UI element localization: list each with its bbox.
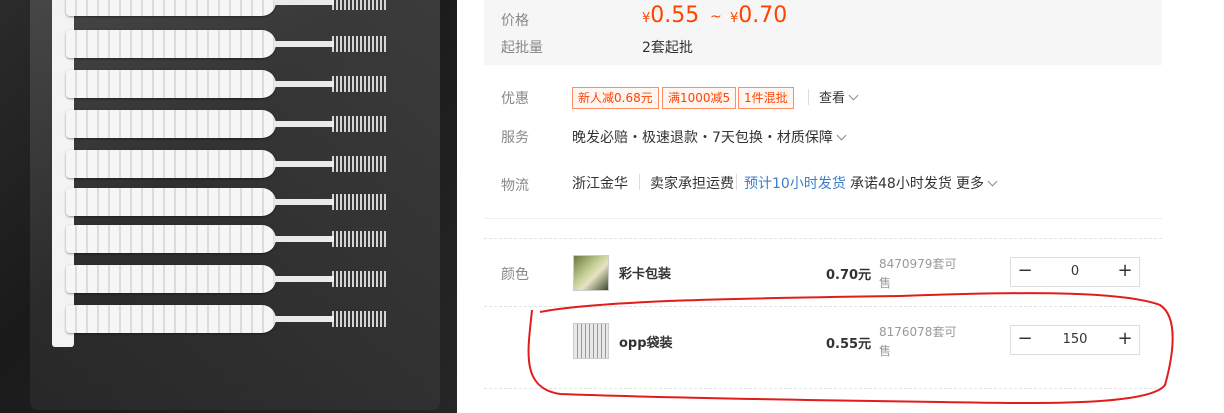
promo-tag-discount[interactable]: 满1000减5 <box>662 87 737 109</box>
sku-stock: 8176078套可售 <box>879 325 957 358</box>
moq-value: 2套起批 <box>642 40 693 56</box>
section-divider <box>484 218 1162 219</box>
logistics-label: 物流 <box>501 178 529 194</box>
chevron-down-icon <box>848 90 859 101</box>
color-label: 颜色 <box>501 267 529 283</box>
logistics-divider <box>639 174 640 190</box>
promo-view-button[interactable]: 查看 <box>819 87 859 106</box>
price-separator: ~ <box>710 9 722 25</box>
section-divider <box>484 238 1162 239</box>
logistics-origin: 浙江金华 <box>572 176 628 192</box>
price-box: 价格 ¥0.55 ~ ¥0.70 起批量 2套起批 <box>484 0 1162 65</box>
service-guarantees[interactable]: 晚发必赔・极速退款・7天包换・材质保障 <box>572 127 847 147</box>
promo-tag-mixed-batch[interactable]: 1件混批 <box>738 87 794 109</box>
decrease-button[interactable]: − <box>1011 326 1039 354</box>
sku-thumbnail-color-card[interactable] <box>573 255 609 291</box>
sku-divider <box>484 306 1162 307</box>
price-label: 价格 <box>501 13 529 29</box>
logistics-shipping-fee: 卖家承担运费 <box>650 176 734 192</box>
logistics-promise: 承诺48小时发货 <box>850 176 952 192</box>
price-min: ¥0.55 <box>642 3 700 28</box>
logistics-eta[interactable]: 预计10小时发货 <box>744 173 846 193</box>
logistics-more-button[interactable]: 更多 <box>956 173 998 193</box>
increase-button[interactable]: + <box>1111 326 1139 354</box>
quantity-input[interactable]: 150 <box>1041 326 1109 354</box>
price-max: ¥0.70 <box>730 3 788 28</box>
quantity-input[interactable]: 0 <box>1041 258 1109 286</box>
sku-name: 彩卡包装 <box>619 267 672 282</box>
logistics-divider <box>736 174 737 190</box>
decrease-button[interactable]: − <box>1011 258 1039 286</box>
chevron-down-icon <box>836 130 847 141</box>
sku-stock: 8470979套可售 <box>879 257 957 290</box>
sku-price: 0.55元 <box>826 337 872 352</box>
sku-thumbnail-opp-bag[interactable] <box>573 323 609 359</box>
service-label: 服务 <box>501 130 529 146</box>
promo-tag-new-user[interactable]: 新人减0.68元 <box>572 87 659 109</box>
increase-button[interactable]: + <box>1111 258 1139 286</box>
sku-price: 0.70元 <box>826 268 872 283</box>
promo-label: 优惠 <box>501 91 529 107</box>
quantity-stepper: − 0 + <box>1010 257 1140 287</box>
sku-name: opp袋装 <box>619 336 673 351</box>
moq-label: 起批量 <box>501 40 543 56</box>
quantity-stepper: − 150 + <box>1010 325 1140 355</box>
sku-divider <box>484 388 1162 389</box>
promo-divider <box>808 89 809 105</box>
chevron-down-icon <box>987 176 998 187</box>
product-detail-panel: 价格 ¥0.55 ~ ¥0.70 起批量 2套起批 优惠 新人减0.68元 满1… <box>484 0 1162 413</box>
product-photo <box>0 0 457 413</box>
